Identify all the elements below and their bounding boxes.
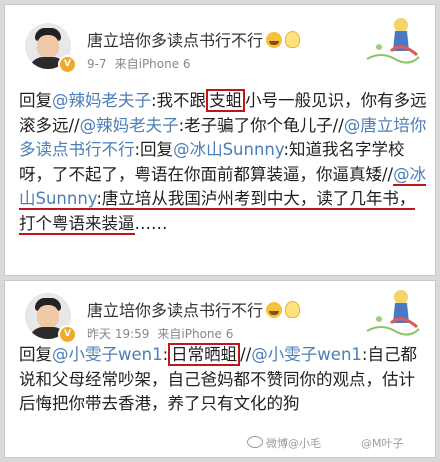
post-body: 回复@小雯子wen1: 日常晒蛆//@小雯子wen1:自己都说和父母经常吵架，自己… (19, 343, 431, 417)
watermark: 微博@小毛 (247, 435, 321, 451)
post-body: 回复@辣妈老夫子:我不跟 支蛆 小号一般见识，你有多远滚多远//@辣妈老夫子:老子骗… (19, 89, 431, 236)
weibo-post-card: V 唐立培你多读点书行不行 9-7 来自iPhone 6 回复@辣妈老夫子:我不跟… (4, 4, 436, 276)
crying-face-icon (266, 32, 283, 48)
eye-icon (247, 436, 263, 448)
body-text: :老子骗了你个龟儿子// (178, 115, 344, 135)
body-text: 回复 (19, 345, 52, 364)
highlighted-word: 日常晒蛆 (168, 343, 241, 366)
body-text: :我不跟 (151, 91, 207, 110)
weibo-post-card: V 唐立培你多读点书行不行 昨天 19:59 来自iPhone 6 回复@小雯子w… (4, 280, 436, 458)
post-time: 9-7 (87, 57, 107, 71)
post-author-name[interactable]: 唐立培你多读点书行不行 (87, 297, 301, 321)
author-name-text[interactable]: 唐立培你多读点书行不行 (87, 31, 263, 50)
post-meta: 昨天 19:59 来自iPhone 6 (87, 325, 241, 342)
verified-badge-icon: V (58, 325, 77, 344)
mention-link[interactable]: @辣妈老夫子 (80, 116, 179, 135)
mention-link[interactable]: @小雯子wen1 (251, 345, 362, 364)
body-text: …… (134, 213, 168, 233)
crying-face-icon (266, 302, 283, 318)
body-text: :回复 (134, 140, 174, 159)
post-author-name[interactable]: 唐立培你多读点书行不行 (87, 27, 301, 51)
mention-link[interactable]: @冰山Sunnny (173, 140, 283, 159)
post-source: 来自iPhone 6 (114, 57, 191, 71)
mention-link[interactable]: @小雯子wen1 (52, 345, 163, 364)
lightbulb-icon (285, 31, 301, 48)
author-name-text[interactable]: 唐立培你多读点书行不行 (87, 301, 263, 320)
post-meta: 9-7 来自iPhone 6 (87, 55, 199, 72)
highlighted-word: 支蛆 (206, 89, 246, 112)
card-decoration-illustration (366, 290, 420, 336)
watermark: @M叶子 (361, 437, 404, 450)
post-time: 昨天 19:59 (87, 327, 150, 341)
verified-badge-icon: V (58, 55, 77, 74)
mention-link[interactable]: @辣妈老夫子 (52, 91, 151, 110)
lightbulb-icon (285, 301, 301, 318)
body-text: // (240, 345, 252, 364)
card-decoration-illustration (366, 18, 420, 64)
screenshot: V 唐立培你多读点书行不行 9-7 来自iPhone 6 回复@辣妈老夫子:我不跟… (0, 0, 440, 462)
post-source: 来自iPhone 6 (157, 327, 234, 341)
body-text: 回复 (19, 91, 52, 110)
